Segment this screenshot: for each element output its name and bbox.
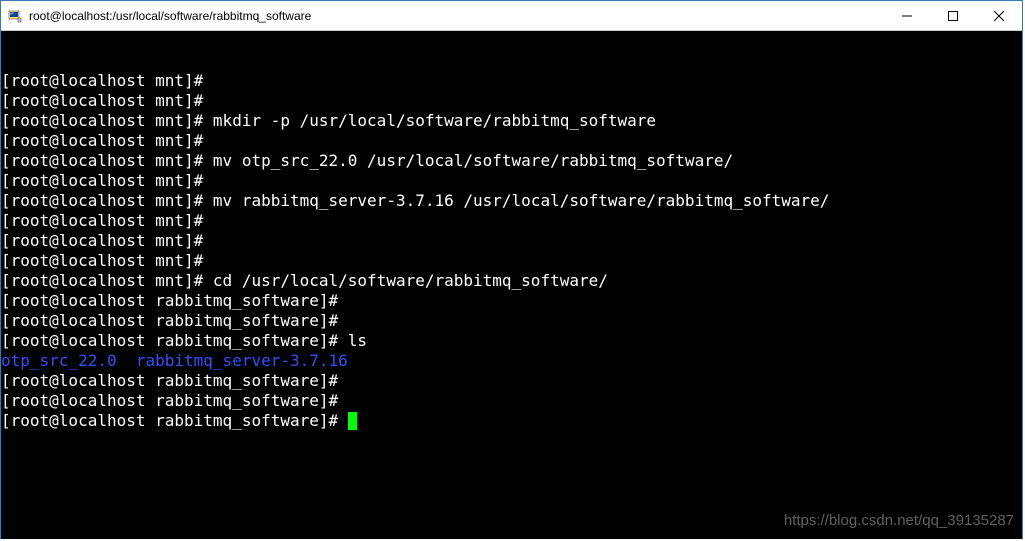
terminal-line: [root@localhost mnt]# mv otp_src_22.0 /u…	[1, 151, 1022, 171]
terminal-cursor-line: [root@localhost rabbitmq_software]#	[1, 411, 1022, 431]
terminal-line: [root@localhost mnt]#	[1, 211, 1022, 231]
terminal-body[interactable]: [root@localhost mnt]#[root@localhost mnt…	[1, 31, 1022, 539]
close-button[interactable]	[976, 1, 1022, 31]
terminal-line: [root@localhost mnt]#	[1, 251, 1022, 271]
terminal-line: [root@localhost mnt]# cd /usr/local/soft…	[1, 271, 1022, 291]
titlebar[interactable]: root@localhost:/usr/local/software/rabbi…	[1, 1, 1022, 31]
terminal-line: [root@localhost rabbitmq_software]# ls	[1, 331, 1022, 351]
maximize-button[interactable]	[930, 1, 976, 31]
terminal-line: [root@localhost mnt]# mkdir -p /usr/loca…	[1, 111, 1022, 131]
titlebar-controls	[884, 1, 1022, 30]
cursor-block	[348, 412, 357, 430]
terminal-line: [root@localhost rabbitmq_software]#	[1, 311, 1022, 331]
terminal-line: [root@localhost mnt]#	[1, 231, 1022, 251]
putty-icon	[7, 8, 23, 24]
terminal-line: [root@localhost rabbitmq_software]#	[1, 391, 1022, 411]
terminal-line: [root@localhost mnt]#	[1, 91, 1022, 111]
terminal-line: [root@localhost mnt]#	[1, 71, 1022, 91]
ls-output: otp_src_22.0 rabbitmq_server-3.7.16	[1, 351, 1022, 371]
terminal-line: [root@localhost mnt]# mv rabbitmq_server…	[1, 191, 1022, 211]
app-window: root@localhost:/usr/local/software/rabbi…	[0, 0, 1023, 539]
watermark-text: https://blog.csdn.net/qq_39135287	[784, 511, 1014, 531]
terminal-line: [root@localhost rabbitmq_software]#	[1, 371, 1022, 391]
minimize-button[interactable]	[884, 1, 930, 31]
terminal-line: [root@localhost rabbitmq_software]#	[1, 291, 1022, 311]
terminal-line: [root@localhost mnt]#	[1, 171, 1022, 191]
terminal-line: [root@localhost mnt]#	[1, 131, 1022, 151]
window-title: root@localhost:/usr/local/software/rabbi…	[29, 9, 884, 23]
